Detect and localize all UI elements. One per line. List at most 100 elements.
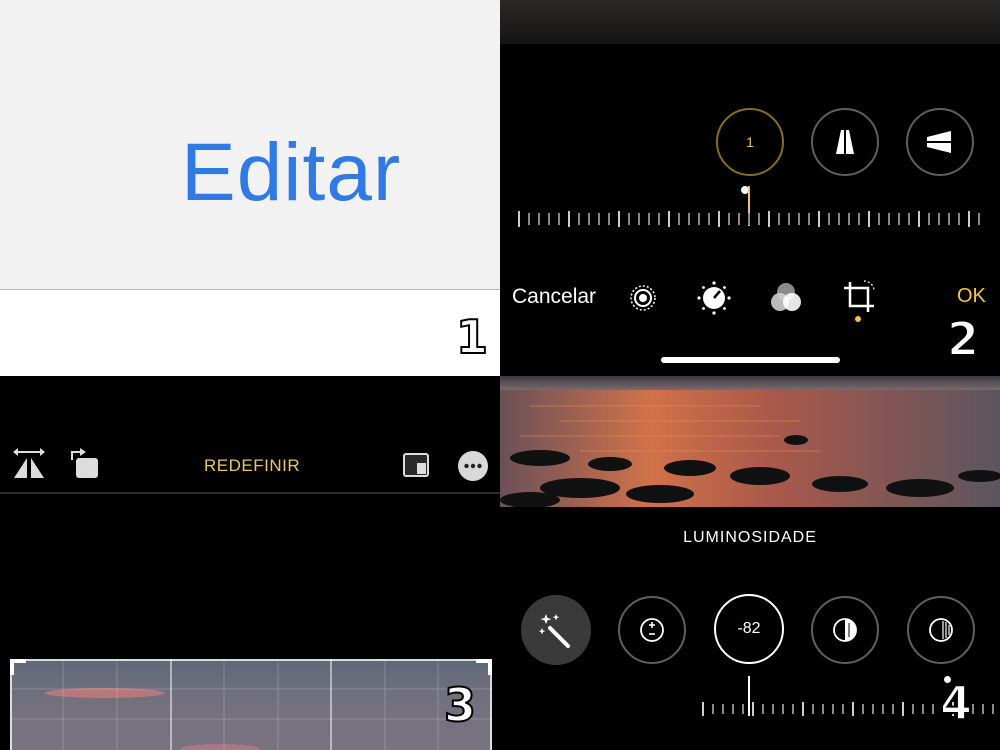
slider-tick — [822, 704, 824, 714]
slider-tick — [858, 213, 860, 225]
slider-tick — [882, 704, 884, 714]
slider-tick — [918, 211, 920, 227]
ok-button[interactable]: OK — [957, 285, 986, 308]
slider-tick — [702, 702, 704, 716]
slider-tick — [912, 704, 914, 714]
straighten-button[interactable]: 1 — [716, 108, 784, 176]
slider-tick — [548, 213, 550, 225]
slider-tick — [838, 213, 840, 225]
slider-tick — [758, 213, 760, 225]
slider-tick — [908, 213, 910, 225]
slider-tick — [982, 704, 984, 714]
luminosity-value-dial[interactable]: -82 — [714, 594, 784, 664]
slider-tick — [848, 213, 850, 225]
slider-tick — [648, 213, 650, 225]
brilliance-icon — [833, 618, 857, 642]
slider-tick — [818, 211, 820, 227]
exposure-icon — [640, 618, 664, 642]
horizontal-perspective-button[interactable] — [906, 108, 974, 176]
slider-tick — [732, 704, 734, 714]
slider-tick — [948, 213, 950, 225]
adjustment-label: LUMINOSIDADE — [683, 529, 817, 546]
panel-1: Editar 1 — [0, 0, 500, 376]
slider-tick — [748, 213, 750, 225]
slider-tick — [878, 213, 880, 225]
luminosity-value: -82 — [737, 620, 761, 637]
slider-tick — [862, 704, 864, 714]
slider-tick — [802, 702, 804, 716]
auto-enhance-icon — [538, 614, 570, 648]
slider-tick — [752, 702, 754, 716]
slider-tick — [778, 213, 780, 225]
slider-tick — [812, 704, 814, 714]
slider-tick — [852, 702, 854, 716]
home-indicator[interactable] — [661, 357, 840, 363]
crop-grid[interactable] — [10, 659, 492, 750]
exposure-button[interactable] — [618, 596, 686, 664]
highlights-button[interactable] — [907, 596, 975, 664]
slider-tick — [898, 213, 900, 225]
panel-4: LUMINOSIDADE -82 4 — [500, 376, 1000, 750]
step-number: 3 — [443, 677, 477, 733]
edit-button[interactable]: Editar — [181, 126, 401, 220]
slider-tick — [538, 213, 540, 225]
slider-tick — [872, 704, 874, 714]
filters-icon[interactable] — [768, 280, 804, 316]
photo-edge — [500, 0, 1000, 44]
slider-tick — [668, 211, 670, 227]
slider-tick — [688, 213, 690, 225]
slider-tick — [712, 704, 714, 714]
ellipsis-icon — [464, 463, 482, 469]
slider-tick — [978, 213, 980, 225]
slider-tick — [588, 213, 590, 225]
slider-tick — [698, 213, 700, 225]
step-number: 1 — [455, 309, 489, 365]
slider-tick — [528, 213, 530, 225]
slider-tick — [568, 211, 570, 227]
slider-tick — [798, 213, 800, 225]
slider-tick — [772, 704, 774, 714]
brilliance-button[interactable] — [811, 596, 879, 664]
slider-tick — [828, 213, 830, 225]
slider-tick — [842, 704, 844, 714]
slider-tick — [618, 211, 620, 227]
reset-button[interactable]: REDEFINIR — [204, 456, 300, 476]
flip-icon[interactable] — [12, 446, 46, 480]
slider-tick — [658, 213, 660, 225]
adjust-dial-icon[interactable] — [696, 280, 732, 316]
slider-tick — [958, 213, 960, 225]
more-button[interactable] — [458, 451, 488, 481]
slider-tick — [558, 213, 560, 225]
live-icon[interactable] — [629, 284, 657, 312]
slider-tick — [768, 211, 770, 227]
aspect-ratio-icon[interactable] — [402, 452, 430, 478]
panel-2: 1 Cancelar OK 2 — [500, 0, 1000, 376]
vertical-perspective-button[interactable] — [811, 108, 879, 176]
slider-tick — [608, 213, 610, 225]
auto-enhance-button[interactable] — [521, 595, 591, 665]
cancel-button[interactable]: Cancelar — [512, 285, 596, 309]
crop-rotate-icon[interactable] — [840, 278, 878, 316]
slider-tick — [922, 704, 924, 714]
slider-tick — [718, 211, 720, 227]
slider-tick — [972, 704, 974, 714]
slider-tick — [788, 213, 790, 225]
header-area: Editar — [0, 0, 500, 290]
slider-tick — [728, 213, 730, 225]
step-number: 4 — [939, 675, 973, 731]
slider-tick — [938, 213, 940, 225]
slider-tick — [678, 213, 680, 225]
slider-tick — [742, 704, 744, 714]
slider-tick — [578, 213, 580, 225]
slider-tick — [868, 211, 870, 227]
slider-tick — [888, 213, 890, 225]
slider-tick — [738, 213, 740, 225]
slider-tick — [598, 213, 600, 225]
slider-tick — [832, 704, 834, 714]
divider — [0, 492, 500, 494]
rotate-icon[interactable] — [66, 446, 100, 480]
highlights-icon — [929, 618, 953, 642]
straighten-slider[interactable] — [518, 211, 980, 227]
straighten-value: 1 — [746, 134, 754, 150]
active-tool-dot — [855, 316, 861, 322]
